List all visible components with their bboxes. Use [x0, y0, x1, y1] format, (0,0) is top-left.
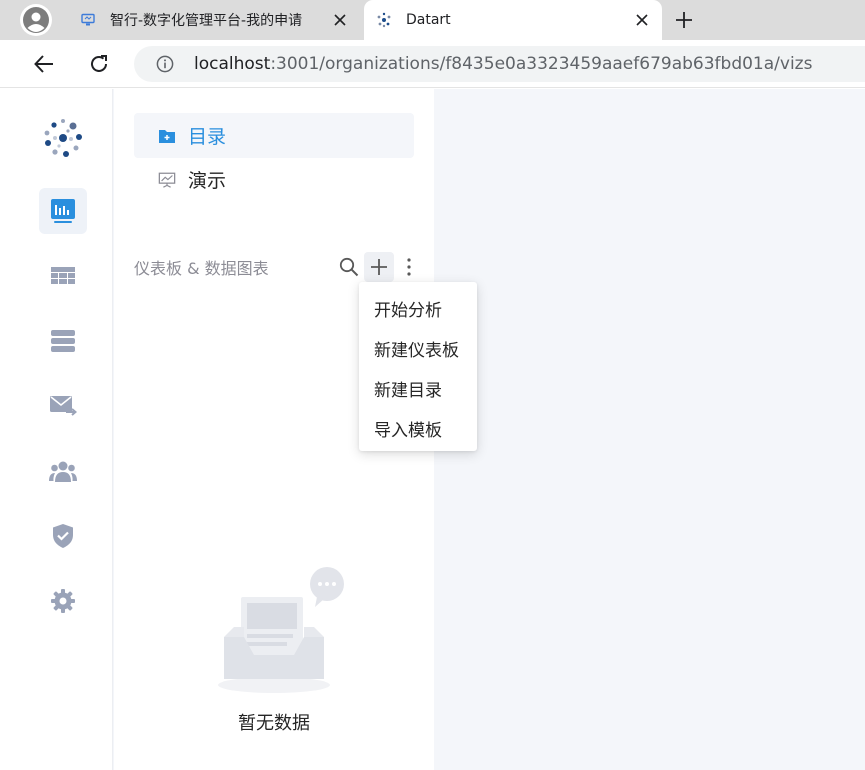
rail-item-settings[interactable] [39, 578, 87, 624]
add-dropdown-menu: 开始分析 新建仪表板 新建目录 导入模板 [359, 282, 477, 451]
empty-inbox-icon [218, 567, 344, 693]
url-path: :3001/organizations/f8435e0a3323459aaef6… [270, 54, 813, 74]
monitor-favicon-icon [80, 12, 96, 28]
profile-avatar[interactable] [20, 4, 52, 36]
search-button[interactable] [334, 252, 364, 282]
viz-sidebar: 目录 演示 仪表板 & 数据图表 暂无数据 开始分析 新建仪表板 新建目录 导入… [114, 89, 477, 770]
section-title: 仪表板 & 数据图表 [134, 259, 269, 278]
folder-add-icon [158, 127, 176, 145]
menu-item-new-folder[interactable]: 新建目录 [359, 368, 477, 408]
rail-item-sources[interactable] [39, 318, 87, 364]
close-tab-icon[interactable] [330, 10, 350, 30]
person-icon [23, 7, 49, 33]
tab-title: 智行-数字化管理平台-我的申请 [110, 13, 303, 29]
address-bar[interactable]: localhost:3001/organizations/f8435e0a332… [134, 46, 865, 82]
datart-app: 目录 演示 仪表板 & 数据图表 暂无数据 开始分析 新建仪表板 新建目录 导入… [14, 89, 865, 770]
rail-item-schedules[interactable] [39, 383, 87, 429]
info-icon[interactable] [156, 55, 174, 73]
arrow-left-icon [34, 55, 53, 73]
plus-icon [371, 259, 387, 275]
viz-icon [51, 199, 75, 223]
add-button[interactable] [364, 252, 394, 282]
menu-item-folders[interactable]: 目录 [134, 113, 414, 158]
more-button[interactable] [394, 252, 424, 282]
menu-item-presentations[interactable]: 演示 [134, 157, 414, 202]
close-tab-icon[interactable] [632, 10, 652, 30]
menu-item-start-analysis[interactable]: 开始分析 [359, 288, 477, 328]
rail-item-members[interactable] [39, 448, 87, 494]
permission-shield-icon [53, 524, 73, 548]
browser-tab-bar: 智行-数字化管理平台-我的申请 Datart [0, 0, 865, 40]
section-header: 仪表板 & 数据图表 [134, 252, 424, 282]
more-vertical-icon [407, 258, 411, 276]
table-icon [51, 267, 75, 284]
settings-gear-icon [51, 589, 75, 613]
back-button[interactable] [30, 50, 58, 78]
menu-item-import-template[interactable]: 导入模板 [359, 408, 477, 448]
rail-item-permissions[interactable] [39, 513, 87, 559]
url-host: localhost [194, 54, 271, 74]
reload-button[interactable] [85, 50, 113, 78]
schedule-mail-icon [50, 396, 77, 416]
source-icon [51, 330, 75, 352]
menu-item-label: 演示 [188, 170, 227, 192]
browser-toolbar: localhost:3001/organizations/f8435e0a332… [0, 40, 865, 88]
browser-tab-zhixing[interactable]: 智行-数字化管理平台-我的申请 [68, 0, 360, 40]
browser-tab-datart[interactable]: Datart [364, 0, 662, 40]
search-icon [339, 257, 359, 277]
logo-icon [44, 119, 82, 157]
reload-icon [91, 55, 107, 72]
members-icon [49, 461, 77, 482]
empty-text: 暂无数据 [238, 713, 310, 734]
presentation-icon [158, 171, 176, 189]
url-text: localhost:3001/organizations/f8435e0a332… [194, 54, 812, 74]
rail-item-viz[interactable] [39, 188, 87, 234]
rail-item-views[interactable] [39, 253, 87, 299]
menu-item-new-dashboard[interactable]: 新建仪表板 [359, 328, 477, 368]
tab-title: Datart [406, 12, 451, 28]
new-tab-button[interactable] [672, 8, 696, 32]
datart-favicon-icon [376, 12, 392, 28]
menu-item-label: 目录 [188, 126, 227, 148]
nav-rail [14, 89, 113, 770]
plus-icon [676, 12, 692, 28]
